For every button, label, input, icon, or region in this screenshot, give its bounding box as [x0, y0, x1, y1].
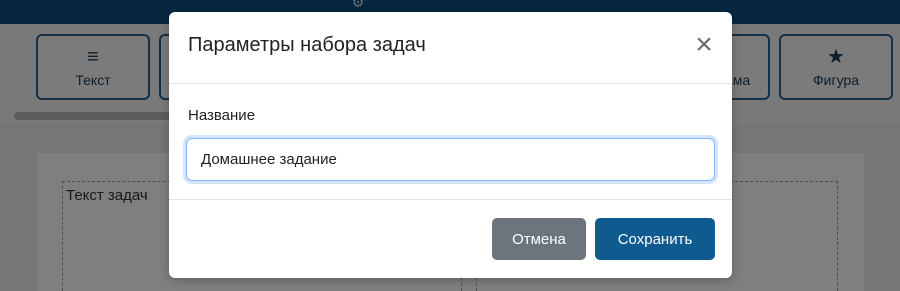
modal-title: Параметры набора задач	[188, 34, 426, 56]
cancel-button[interactable]: Отмена	[492, 218, 586, 260]
name-input[interactable]	[186, 138, 715, 181]
task-set-settings-dialog: Параметры набора задач × Название Отмена…	[169, 12, 732, 278]
name-field-label: Название	[188, 107, 256, 124]
close-icon[interactable]: ×	[692, 30, 716, 60]
modal-header: Параметры набора задач ×	[169, 12, 732, 84]
save-button[interactable]: Сохранить	[595, 218, 715, 260]
